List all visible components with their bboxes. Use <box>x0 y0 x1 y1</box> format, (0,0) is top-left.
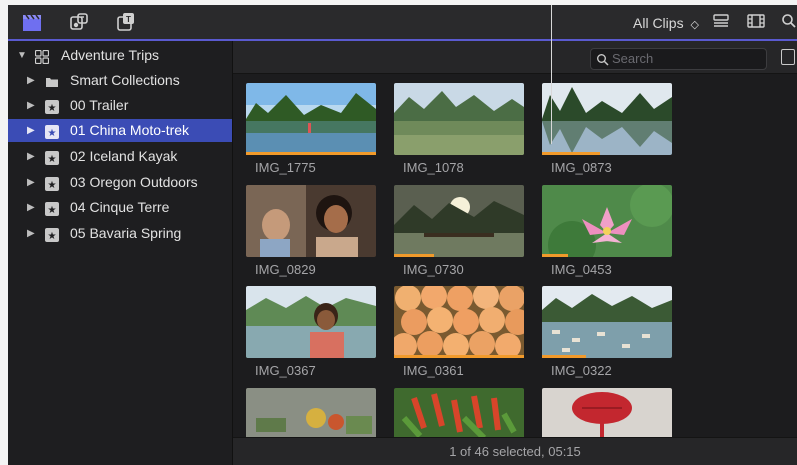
clip-image <box>542 185 672 257</box>
search-placeholder: Search <box>612 51 654 66</box>
sidebar-item-label: 02 Iceland Kayak <box>70 148 178 164</box>
sidebar-item-label: 04 Cinque Terre <box>70 199 170 215</box>
status-bar: 1 of 46 selected, 05:15 <box>233 437 797 465</box>
clip-image <box>394 286 524 358</box>
clip-name: IMG_0322 <box>551 363 612 378</box>
filmstrip-view-icon[interactable] <box>747 13 765 29</box>
clip-thumbnail[interactable]: IMG_0453 <box>542 185 672 285</box>
event-star-icon: ★ <box>45 226 59 242</box>
list-view-icon[interactable] <box>713 13 729 29</box>
skimmer-playhead[interactable] <box>551 5 552 144</box>
svg-text:★: ★ <box>48 205 57 216</box>
svg-text:★: ★ <box>48 154 57 165</box>
folder-icon <box>45 73 59 87</box>
disclosure-closed-icon[interactable]: ▶ <box>27 145 35 168</box>
sidebar-item-00-trailer[interactable]: ▶ ★ 00 Trailer <box>8 94 232 117</box>
disclosure-closed-icon[interactable]: ▶ <box>27 171 35 194</box>
toolbar: T All Clips ◇ <box>8 5 797 40</box>
sidebar-item-smart-collections[interactable]: ▶ Smart Collections <box>8 69 232 92</box>
sidebar-item-label: Smart Collections <box>70 72 180 88</box>
usage-bar <box>394 355 524 358</box>
clip-name: IMG_1078 <box>403 160 464 175</box>
disclosure-closed-icon[interactable]: ▶ <box>27 69 35 92</box>
library-grid-icon <box>34 48 50 65</box>
usage-bar <box>394 254 434 257</box>
clip-name: IMG_1775 <box>255 160 316 175</box>
clip-thumbnail[interactable]: IMG_0367 <box>246 286 376 386</box>
clip-thumbnail[interactable]: IMG_1775 <box>246 83 376 183</box>
inspector-toggle-icon[interactable] <box>781 49 795 65</box>
usage-bar <box>542 152 600 155</box>
disclosure-closed-icon[interactable]: ▶ <box>27 94 35 117</box>
svg-text:★: ★ <box>48 231 57 242</box>
selection-status: 1 of 46 selected, 05:15 <box>449 444 581 459</box>
sidebar-library-label: Adventure Trips <box>61 47 160 63</box>
usage-bar <box>246 152 376 155</box>
event-star-icon: ★ <box>45 123 59 139</box>
disclosure-closed-icon[interactable]: ▶ <box>27 196 35 219</box>
browser-header: Search <box>233 41 797 74</box>
clip-image <box>542 83 672 155</box>
clip-name: IMG_0367 <box>255 363 316 378</box>
sidebar-item-01-china-moto-trek[interactable]: ▶ ★ 01 China Moto-trek <box>8 119 232 142</box>
clip-image <box>246 286 376 358</box>
clip-image <box>394 83 524 155</box>
clip-name: IMG_0453 <box>551 262 612 277</box>
event-star-icon: ★ <box>45 98 59 114</box>
sidebar-item-03-oregon-outdoors[interactable]: ▶ ★ 03 Oregon Outdoors <box>8 171 232 194</box>
clip-thumbnail[interactable]: IMG_0322 <box>542 286 672 386</box>
clip-filter-menu[interactable]: All Clips ◇ <box>633 15 699 31</box>
usage-bar <box>542 254 568 257</box>
libraries-sidebar: ▼ Adventure Trips ▶ Smart Collections ▶ … <box>8 41 233 465</box>
svg-text:T: T <box>126 15 131 24</box>
clip-name: IMG_0873 <box>551 160 612 175</box>
final-cut-window: T All Clips ◇ ▼ Adventure Trips ▶ Smart … <box>8 5 797 465</box>
search-field[interactable]: Search <box>590 48 767 70</box>
sidebar-item-label: 00 Trailer <box>70 97 129 113</box>
clip-filter-label: All Clips <box>633 15 684 31</box>
clip-image <box>246 185 376 257</box>
clip-thumbnail[interactable]: IMG_0873 <box>542 83 672 183</box>
clip-browser: Search IMG_1775 IMG_1078 IMG_0873 IMG_08… <box>233 5 797 465</box>
sidebar-item-label: 03 Oregon Outdoors <box>70 174 198 190</box>
sidebar-item-05-bavaria-spring[interactable]: ▶ ★ 05 Bavaria Spring <box>8 222 232 245</box>
clip-name: IMG_0730 <box>403 262 464 277</box>
usage-bar <box>542 355 586 358</box>
photos-audio-icon[interactable] <box>68 11 90 33</box>
event-star-icon: ★ <box>45 175 59 191</box>
svg-text:★: ★ <box>48 128 57 139</box>
sidebar-item-label: 05 Bavaria Spring <box>70 225 182 241</box>
clip-thumbnail[interactable]: IMG_0730 <box>394 185 524 285</box>
titles-generators-icon[interactable]: T <box>115 11 137 33</box>
sidebar-item-04-cinque-terre[interactable]: ▶ ★ 04 Cinque Terre <box>8 196 232 219</box>
clip-thumbnail[interactable]: IMG_0361 <box>394 286 524 386</box>
libraries-icon[interactable] <box>21 11 43 33</box>
disclosure-closed-icon[interactable]: ▶ <box>27 119 35 142</box>
disclosure-closed-icon[interactable]: ▶ <box>27 222 35 245</box>
clip-image <box>542 286 672 358</box>
sidebar-item-label: 01 China Moto-trek <box>70 122 190 138</box>
search-icon <box>596 52 609 72</box>
clip-image <box>394 185 524 257</box>
sidebar-library-adventure-trips[interactable]: ▼ Adventure Trips <box>8 44 232 67</box>
clip-name: IMG_0829 <box>255 262 316 277</box>
clip-image <box>246 83 376 155</box>
clip-thumbnail[interactable]: IMG_1078 <box>394 83 524 183</box>
up-down-chevron-icon: ◇ <box>690 19 699 31</box>
search-icon[interactable] <box>781 13 797 29</box>
sidebar-item-02-iceland-kayak[interactable]: ▶ ★ 02 Iceland Kayak <box>8 145 232 168</box>
event-star-icon: ★ <box>45 149 59 165</box>
clip-name: IMG_0361 <box>403 363 464 378</box>
svg-text:★: ★ <box>48 180 57 191</box>
disclosure-open-icon[interactable]: ▼ <box>17 44 27 67</box>
svg-text:★: ★ <box>48 103 57 114</box>
event-star-icon: ★ <box>45 200 59 216</box>
clip-thumbnail[interactable]: IMG_0829 <box>246 185 376 285</box>
